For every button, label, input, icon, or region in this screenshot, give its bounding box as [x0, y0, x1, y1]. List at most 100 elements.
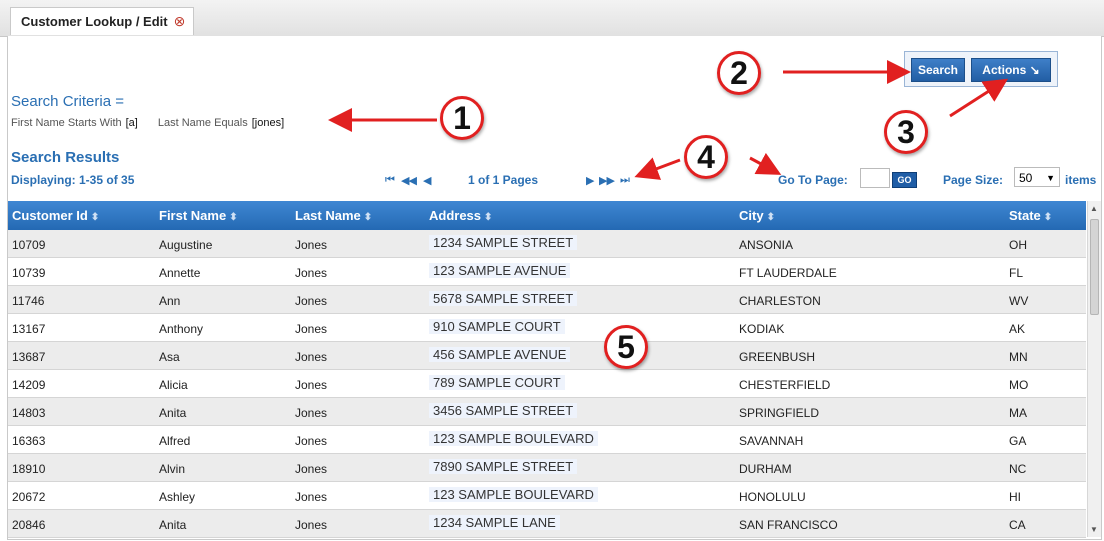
- sort-icon: ⬍: [90, 212, 100, 223]
- cell-customer-id: 16363: [12, 434, 46, 448]
- first-name-criteria-value: [a]: [125, 117, 138, 129]
- page-size-label: Page Size:: [943, 173, 1004, 187]
- table-row[interactable]: 10739 Annette Jones 123 SAMPLE AVENUE FT LAU…: [8, 258, 1086, 286]
- table-row[interactable]: 10709 Augustine Jones 1234 SAMPLE STREET ANS…: [8, 230, 1086, 258]
- table-row[interactable]: 20672 Ashley Jones 123 SAMPLE BOULEVARD HONO…: [8, 482, 1086, 510]
- search-results-title: Search Results: [11, 149, 120, 166]
- page-indicator: 1 of 1 Pages: [468, 173, 539, 187]
- cell-address: 7890 SAMPLE STREET: [429, 459, 578, 474]
- go-button[interactable]: GO: [892, 172, 917, 188]
- col-label: State: [1009, 208, 1041, 223]
- cell-state: NC: [1009, 462, 1027, 476]
- actions-button[interactable]: Actions ↘: [971, 58, 1051, 82]
- cell-last-name: Jones: [295, 462, 328, 476]
- close-icon[interactable]: ⊗: [174, 8, 186, 35]
- cell-address: 5678 SAMPLE STREET: [429, 291, 578, 306]
- table-row[interactable]: 14803 Anita Jones 3456 SAMPLE STREET SPRINGF…: [8, 398, 1086, 426]
- tab-label: Customer Lookup / Edit: [21, 14, 168, 29]
- cell-city: KODIAK: [739, 322, 785, 336]
- col-label: Last Name: [295, 208, 361, 223]
- cell-last-name: Jones: [295, 322, 328, 336]
- cell-first-name: Ann: [159, 294, 181, 308]
- callout-3: 3: [884, 110, 928, 154]
- cell-last-name: Jones: [295, 238, 328, 252]
- scroll-down-icon[interactable]: ▼: [1090, 525, 1098, 534]
- table-row[interactable]: 18910 Alvin Jones 7890 SAMPLE STREET DURHAM N…: [8, 454, 1086, 482]
- table-row[interactable]: 14209 Alicia Jones 789 SAMPLE COURT CHESTERF…: [8, 370, 1086, 398]
- col-label: Customer Id: [12, 208, 88, 223]
- cell-address: 123 SAMPLE AVENUE: [429, 263, 571, 278]
- table-row[interactable]: 13687 Asa Jones 456 SAMPLE AVENUE GREENBUSH M…: [8, 342, 1086, 370]
- cell-customer-id: 13687: [12, 350, 46, 364]
- cell-state: WV: [1009, 294, 1029, 308]
- cell-state: HI: [1009, 490, 1021, 504]
- first-page-icon[interactable]: ⏮: [385, 174, 395, 187]
- cell-first-name: Asa: [159, 350, 180, 364]
- col-first-name[interactable]: First Name ⬍: [159, 208, 238, 223]
- cell-customer-id: 20846: [12, 518, 46, 532]
- next-fast-icon[interactable]: ▶▶: [599, 174, 615, 187]
- goto-page-input[interactable]: [860, 168, 890, 188]
- items-label: items: [1065, 173, 1097, 187]
- cell-last-name: Jones: [295, 294, 328, 308]
- cell-customer-id: 10739: [12, 266, 46, 280]
- callout-1: 1: [440, 96, 484, 140]
- tab-customer-lookup[interactable]: Customer Lookup / Edit ⊗: [10, 7, 195, 35]
- cell-customer-id: 11746: [12, 294, 45, 308]
- table-row[interactable]: 16363 Alfred Jones 123 SAMPLE BOULEVARD SAVA…: [8, 426, 1086, 454]
- scroll-thumb[interactable]: [1090, 219, 1099, 315]
- cell-customer-id: 10709: [12, 238, 46, 252]
- col-state[interactable]: State ⬍: [1009, 208, 1052, 223]
- callout-4: 4: [684, 135, 728, 179]
- col-address[interactable]: Address ⬍: [429, 208, 492, 223]
- cell-city: CHESTERFIELD: [739, 378, 831, 392]
- next-page-icon[interactable]: ▶: [586, 174, 595, 187]
- action-button-group: Search Actions ↘: [904, 51, 1058, 87]
- sort-icon: ⬍: [229, 212, 238, 223]
- cell-address: 3456 SAMPLE STREET: [429, 403, 578, 418]
- cell-city: CHARLESTON: [739, 294, 821, 308]
- callout-2: 2: [717, 51, 761, 95]
- cell-state: MN: [1009, 350, 1028, 364]
- cell-city: HONOLULU: [739, 490, 806, 504]
- search-button[interactable]: Search: [911, 58, 965, 82]
- prev-fast-icon[interactable]: ◀◀: [401, 174, 417, 187]
- table-row[interactable]: 11746 Ann Jones 5678 SAMPLE STREET CHARLESTO…: [8, 286, 1086, 314]
- cell-city: FT LAUDERDALE: [739, 266, 837, 280]
- col-city[interactable]: City ⬍: [739, 208, 775, 223]
- table-row[interactable]: 13167 Anthony Jones 910 SAMPLE COURT KODIAK A…: [8, 314, 1086, 342]
- cell-first-name: Augustine: [159, 238, 213, 252]
- page-size-select[interactable]: 50 ▼: [1014, 167, 1060, 187]
- cell-address: 456 SAMPLE AVENUE: [429, 347, 571, 362]
- cell-last-name: Jones: [295, 434, 328, 448]
- cell-state: MA: [1009, 406, 1027, 420]
- cell-address: 1234 SAMPLE LANE: [429, 515, 560, 530]
- cell-last-name: Jones: [295, 406, 328, 420]
- cell-first-name: Anita: [159, 406, 187, 420]
- cell-city: SAN FRANCISCO: [739, 518, 838, 532]
- col-label: City: [739, 208, 764, 223]
- sort-icon: ⬍: [363, 212, 373, 223]
- vertical-scrollbar[interactable]: ▲ ▼: [1087, 201, 1101, 537]
- cell-state: MO: [1009, 378, 1029, 392]
- grid-header: Customer Id ⬍ First Name ⬍ Last Name ⬍ Addr…: [8, 201, 1086, 230]
- scroll-up-icon[interactable]: ▲: [1090, 204, 1098, 213]
- cell-state: FL: [1009, 266, 1024, 280]
- cell-city: SAVANNAH: [739, 434, 804, 448]
- cell-customer-id: 20672: [12, 490, 46, 504]
- table-row[interactable]: 20846 Anita Jones 1234 SAMPLE LANE SAN FRANC…: [8, 510, 1086, 538]
- col-customer-id[interactable]: Customer Id ⬍: [12, 208, 99, 223]
- last-page-icon[interactable]: ⏭: [620, 174, 630, 187]
- tab-bar: Customer Lookup / Edit ⊗: [0, 0, 1104, 37]
- cell-address: 123 SAMPLE BOULEVARD: [429, 487, 598, 502]
- col-label: First Name: [159, 208, 227, 223]
- cell-customer-id: 18910: [12, 462, 46, 476]
- col-last-name[interactable]: Last Name ⬍: [295, 208, 372, 223]
- chevron-down-icon: ▼: [1046, 173, 1055, 183]
- cell-address: 789 SAMPLE COURT: [429, 375, 565, 390]
- cell-last-name: Jones: [295, 266, 328, 280]
- cell-state: AK: [1009, 322, 1026, 336]
- last-name-criteria-label: Last Name Equals: [157, 117, 248, 129]
- prev-page-icon[interactable]: ◀: [423, 174, 432, 187]
- sort-icon: ⬍: [766, 212, 775, 223]
